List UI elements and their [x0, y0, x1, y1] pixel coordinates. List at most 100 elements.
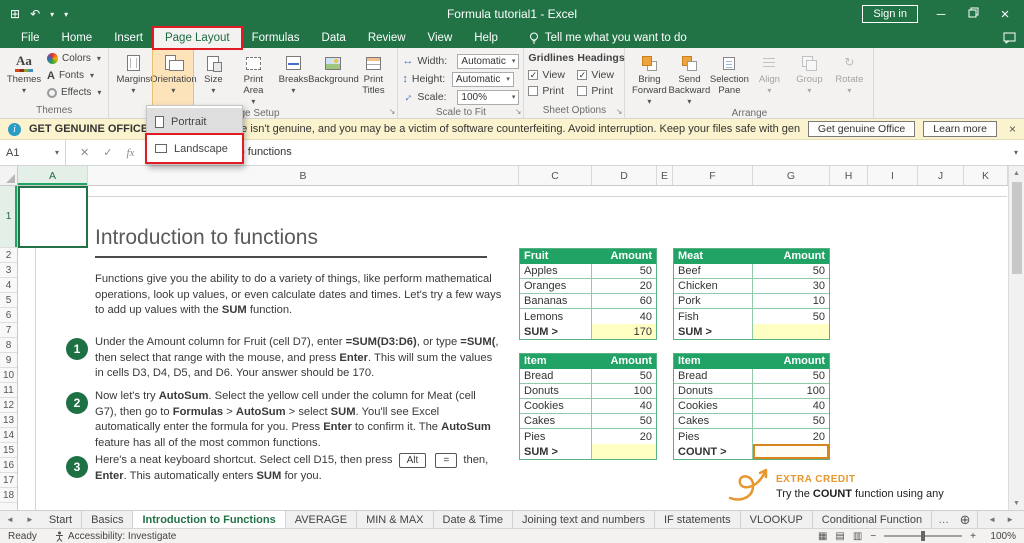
table-header-cell[interactable]: Meat	[674, 249, 753, 264]
column-header[interactable]: C	[519, 166, 592, 185]
table-cell[interactable]: 50	[592, 369, 656, 384]
table-cell[interactable]: 20	[753, 429, 829, 444]
scrollbar-th umb[interactable]	[1012, 182, 1022, 274]
dialog-launcher-icon[interactable]: ↘	[389, 107, 396, 116]
column-header[interactable]: D	[592, 166, 657, 185]
arrange-button[interactable]: Group ▾	[789, 50, 829, 107]
checkbox-row[interactable]: Print	[577, 83, 620, 99]
dialog-launcher-icon[interactable]: ↘	[515, 107, 522, 116]
checkbox[interactable]	[528, 86, 538, 96]
ribbon-tab[interactable]: Insert	[103, 28, 154, 48]
row-header[interactable]: 3	[0, 263, 17, 278]
checkbox-row[interactable]: View	[528, 67, 571, 83]
name-box[interactable]: A1 ▾	[0, 140, 66, 165]
table-header-cell[interactable]: Item	[674, 354, 753, 369]
scale-combo-box[interactable]: Automatic ▾	[452, 72, 514, 87]
table-cell[interactable]: 40	[753, 399, 829, 414]
cancel-icon[interactable]: ✕	[80, 146, 89, 159]
row-header[interactable]: 2	[0, 248, 17, 263]
table-cell[interactable]: 50	[592, 264, 656, 279]
page-setup-button[interactable]: Print Area ▾	[233, 50, 273, 107]
row-header[interactable]: 6	[0, 308, 17, 323]
column-header[interactable]: G	[753, 166, 830, 185]
ribbon-tab[interactable]: Help	[463, 28, 509, 48]
table-cell[interactable]: 50	[753, 309, 829, 324]
scroll-right-icon[interactable]: ►	[1006, 515, 1014, 524]
sum-result-cell[interactable]	[592, 444, 656, 459]
sheet-nav-left-icon[interactable]: ◄	[0, 511, 20, 528]
arrange-button[interactable]: Bring Forward ▾	[629, 50, 669, 107]
table-cell[interactable]: 60	[592, 294, 656, 309]
ribbon-tab[interactable]: Data	[311, 28, 357, 48]
row-header[interactable]: 8	[0, 338, 17, 353]
sum-result-cell[interactable]	[753, 324, 829, 339]
ribbon-tab[interactable]: File	[10, 28, 51, 48]
table-cell[interactable]: Bananas	[520, 294, 592, 309]
table-header-cell[interactable]: Amount	[592, 354, 656, 369]
page-setup-button[interactable]: Background ▾	[313, 50, 353, 107]
table-header-cell[interactable]: Fruit	[520, 249, 592, 264]
sheet-tab[interactable]: Date & Time	[434, 511, 514, 528]
count-result-cell[interactable]	[753, 444, 829, 459]
table-cell[interactable]: Donuts	[674, 384, 753, 399]
theme-option-button[interactable]: Effects ▾	[44, 84, 104, 101]
get-genuine-office-button[interactable]: Get genuine Office	[808, 121, 915, 137]
sheet-tab[interactable]: Joining text and numbers	[513, 511, 655, 528]
table-header-cell[interactable]: Amount	[753, 249, 829, 264]
sheet-tab[interactable]: AVERAGE	[286, 511, 357, 528]
table-cell[interactable]: 40	[592, 399, 656, 414]
worksheet[interactable]: Introduction to functions Functions give…	[0, 186, 1008, 510]
row-header[interactable]: 15	[0, 443, 17, 458]
arrange-button[interactable]: Align ▾	[749, 50, 789, 107]
restore-button[interactable]	[964, 7, 982, 21]
comment-icon[interactable]	[1003, 32, 1016, 44]
zoom-slider-thumb[interactable]	[921, 531, 925, 541]
row-header[interactable]: 12	[0, 398, 17, 413]
arrange-button[interactable]: Send Backward ▾	[669, 50, 709, 107]
row-header[interactable]: 7	[0, 323, 17, 338]
page-setup-button[interactable]: Size ▾	[193, 50, 233, 107]
tell-me-box[interactable]: Tell me what you want to do	[529, 28, 687, 48]
arrange-button[interactable]: Selection Pane ▾	[709, 50, 749, 107]
table-cell[interactable]: 30	[753, 279, 829, 294]
sheet-tab[interactable]: Conditional Function	[813, 511, 932, 528]
sign-in-button[interactable]: Sign in	[862, 5, 918, 23]
app-icon[interactable]: ⊞	[10, 7, 20, 21]
table-cell[interactable]: Apples	[520, 264, 592, 279]
table-cell[interactable]: 50	[753, 414, 829, 429]
table-cell[interactable]: 10	[753, 294, 829, 309]
scale-combo-box[interactable]: 100% ▾	[457, 90, 519, 105]
zoom-percentage[interactable]: 100%	[984, 531, 1016, 542]
page-setup-button[interactable]: Print Titles ▾	[353, 50, 393, 107]
checkbox[interactable]	[577, 70, 587, 80]
checkbox[interactable]	[528, 70, 538, 80]
sum-label-cell[interactable]: SUM >	[674, 324, 753, 339]
row-header[interactable]: 11	[0, 383, 17, 398]
row-header[interactable]: 13	[0, 413, 17, 428]
insert-function-icon[interactable]: fx	[126, 147, 134, 159]
column-header[interactable]: A	[18, 166, 88, 185]
arrange-button[interactable]: Rotate ▾	[829, 50, 869, 107]
horizontal-scrollbar[interactable]: ◄ ►	[977, 511, 1024, 528]
normal-view-icon[interactable]: ▦	[818, 531, 827, 542]
table-cell[interactable]: Cakes	[674, 414, 753, 429]
row-header[interactable]: 18	[0, 488, 17, 503]
column-header[interactable]: K	[964, 166, 1008, 185]
close-button[interactable]: ×	[996, 6, 1014, 23]
row-header[interactable]: 1	[0, 186, 17, 248]
dialog-launcher-icon[interactable]: ↘	[616, 107, 623, 116]
orientation-menu-item[interactable]: Landscape	[147, 135, 242, 162]
table-cell[interactable]: Fish	[674, 309, 753, 324]
column-header[interactable]: H	[830, 166, 868, 185]
table-header-cell[interactable]: Amount	[592, 249, 656, 264]
select-all-corner[interactable]	[0, 166, 18, 185]
ribbon-tab[interactable]: Formulas	[241, 28, 311, 48]
formula-bar-expand-icon[interactable]: ▾	[1014, 148, 1018, 157]
table-cell[interactable]: Beef	[674, 264, 753, 279]
column-header[interactable]: F	[673, 166, 753, 185]
table-cell[interactable]: Bread	[520, 369, 592, 384]
table-cell[interactable]: Pork	[674, 294, 753, 309]
theme-option-button[interactable]: Colors ▾	[44, 50, 104, 67]
sum-label-cell[interactable]: SUM >	[520, 324, 592, 339]
column-header[interactable]: J	[918, 166, 964, 185]
